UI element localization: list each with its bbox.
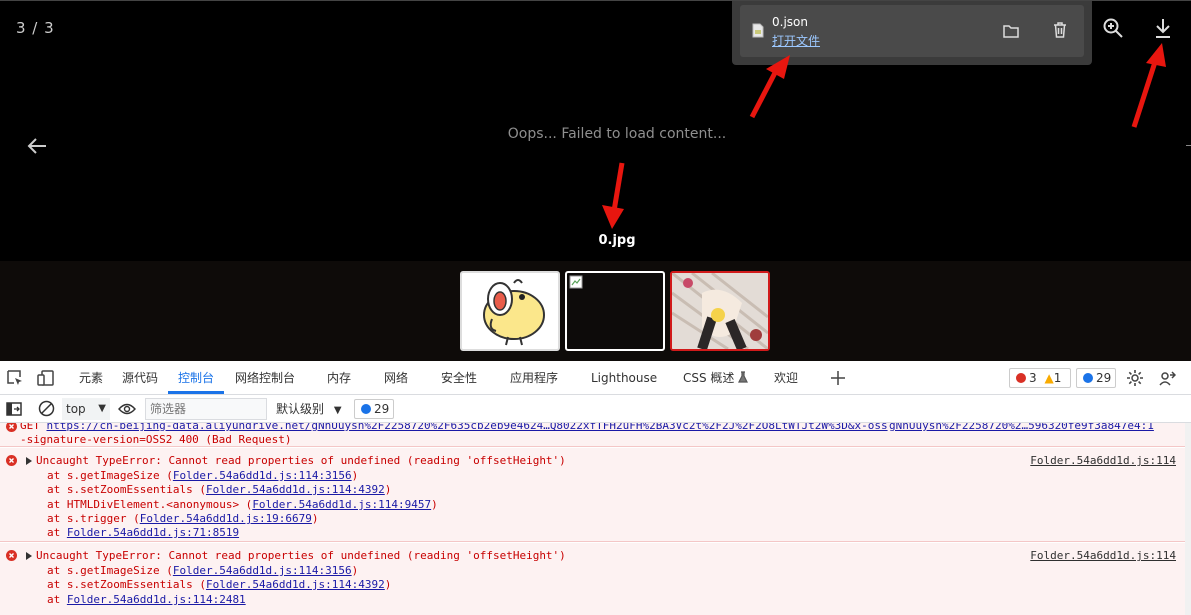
- thumbnail-broken[interactable]: [565, 271, 665, 351]
- eye-icon[interactable]: [118, 402, 136, 416]
- tab-network[interactable]: 网络: [384, 361, 408, 395]
- filter-input[interactable]: [145, 398, 267, 420]
- context-select[interactable]: top ▼: [62, 398, 110, 420]
- message-icon: [361, 404, 371, 414]
- file-icon: [752, 23, 764, 38]
- duck-image: [483, 279, 545, 346]
- console-messages-badge[interactable]: 29: [354, 399, 394, 419]
- tab-css-overview-label: CSS 概述: [683, 371, 735, 385]
- active-tab-indicator: [168, 391, 224, 394]
- stack-frame: at s.setZoomEssentials (Folder.54a6dd1d.…: [47, 483, 392, 496]
- console-scrollbar[interactable]: [1185, 423, 1191, 615]
- devtools-tab-bar: 元素 源代码 控制台 网络控制台 内存 网络 安全性 应用程序 Lighthou…: [0, 361, 1191, 395]
- download-icon[interactable]: [1152, 17, 1174, 39]
- download-file-name: 0.json: [772, 15, 808, 29]
- tab-memory[interactable]: 内存: [327, 361, 351, 395]
- messages-badge[interactable]: 29: [1076, 368, 1116, 388]
- error-row[interactable]: Uncaught TypeError: Cannot read properti…: [0, 448, 1185, 542]
- stack-frame: at s.getImageSize (Folder.54a6dd1d.js:11…: [47, 469, 359, 482]
- error-message: Uncaught TypeError: Cannot read properti…: [36, 454, 566, 467]
- broken-image-icon: [569, 275, 583, 289]
- image-filename: 0.jpg: [598, 233, 636, 248]
- request-method: GET: [20, 423, 47, 432]
- stack-frame: at s.setZoomEssentials (Folder.54a6dd1d.…: [47, 578, 392, 591]
- thumbnail-duck[interactable]: [460, 271, 560, 351]
- request-url[interactable]: https://cn-beijing-data.aliyundrive.net/…: [47, 423, 888, 432]
- message-icon: [1083, 373, 1093, 383]
- anime-image: [672, 273, 768, 349]
- error-source-link[interactable]: Folder.54a6dd1d.js:114: [1030, 549, 1176, 562]
- request-line: GET https://cn-beijing-data.aliyundrive.…: [20, 423, 888, 432]
- tab-lighthouse[interactable]: Lighthouse: [591, 361, 657, 395]
- warning-count: 1: [1053, 371, 1062, 385]
- tab-welcome[interactable]: 欢迎: [774, 361, 798, 395]
- open-file-link[interactable]: 打开文件: [772, 32, 820, 49]
- tab-elements[interactable]: 元素: [79, 361, 103, 395]
- tab-sources[interactable]: 源代码: [122, 361, 158, 395]
- annotation-arrow: [602, 162, 625, 229]
- image-counter: 3 / 3: [16, 19, 55, 37]
- tab-network-console[interactable]: 网络控制台: [235, 361, 295, 395]
- messages-count: 29: [1096, 371, 1112, 385]
- error-icon: [1016, 373, 1026, 383]
- tab-css-overview[interactable]: CSS 概述: [683, 361, 749, 395]
- gear-icon[interactable]: [1126, 369, 1144, 387]
- load-error-message: Oops... Failed to load content...: [507, 126, 727, 142]
- tab-security[interactable]: 安全性: [441, 361, 477, 395]
- stack-frame: at s.trigger (Folder.54a6dd1d.js:19:6679…: [47, 512, 319, 525]
- annotation-arrow: [749, 55, 790, 119]
- chevron-down-icon: ▼: [333, 405, 342, 416]
- device-toolbar-icon[interactable]: [37, 369, 55, 387]
- folder-icon[interactable]: [1002, 22, 1020, 40]
- log-level-select[interactable]: 默认级别 ▼: [276, 398, 346, 420]
- error-source-link[interactable]: Folder.54a6dd1d.js:114: [1030, 454, 1176, 467]
- error-warning-badge[interactable]: 3 ▲1: [1009, 368, 1071, 388]
- context-value: top: [66, 402, 86, 416]
- warning-icon: ▲: [1044, 371, 1054, 385]
- stack-frame: at Folder.54a6dd1d.js:114:2481: [47, 593, 246, 606]
- error-icon: [6, 423, 17, 432]
- request-url-right[interactable]: gNnUuysh%2F2258720%2…596320fe9f3a847e4:1: [889, 423, 1154, 432]
- thumbnail-strip: [0, 261, 1191, 361]
- request-url-tail[interactable]: gNnUuysh%2F2258720%2…596320fe9f3a847e4:1: [889, 423, 1154, 432]
- image-viewer: 3 / 3 Oops... Failed to load content... …: [0, 0, 1191, 261]
- clear-console-icon[interactable]: [38, 400, 55, 417]
- error-count: 3: [1029, 371, 1037, 385]
- stack-frame: at Folder.54a6dd1d.js:71:8519: [47, 526, 240, 539]
- expand-triangle-icon[interactable]: [25, 552, 33, 560]
- annotation-arrow: [1131, 43, 1166, 128]
- console-toolbar: top ▼ 默认级别 ▼ 29: [0, 395, 1191, 423]
- request-status: -signature-version=OSS2 400 (Bad Request…: [20, 433, 292, 446]
- sidebar-toggle-icon[interactable]: [6, 401, 22, 417]
- chevron-down-icon: ▼: [98, 403, 106, 414]
- network-error-row: GET https://cn-beijing-data.aliyundrive.…: [0, 423, 1185, 447]
- expand-triangle-icon[interactable]: [25, 457, 33, 465]
- download-item[interactable]: 0.json 打开文件: [740, 5, 1084, 57]
- flask-icon: [738, 371, 749, 383]
- stack-frame: at s.getImageSize (Folder.54a6dd1d.js:11…: [47, 564, 359, 577]
- zoom-in-icon[interactable]: [1102, 17, 1124, 39]
- console-messages-count: 29: [374, 402, 390, 416]
- next-arrow-edge[interactable]: [1186, 145, 1191, 146]
- trash-icon[interactable]: [1051, 21, 1069, 39]
- stack-frame: at HTMLDivElement.<anonymous> (Folder.54…: [47, 498, 438, 511]
- thumbnail-anime[interactable]: [670, 271, 770, 351]
- console-messages: GET https://cn-beijing-data.aliyundrive.…: [0, 423, 1191, 615]
- add-tab-icon[interactable]: [829, 369, 847, 387]
- log-level-value: 默认级别: [276, 402, 325, 416]
- error-row[interactable]: Uncaught TypeError: Cannot read properti…: [0, 543, 1185, 615]
- error-icon: [6, 550, 17, 561]
- inspect-icon[interactable]: [6, 369, 24, 387]
- connection-icon[interactable]: [1158, 369, 1176, 387]
- error-icon: [6, 455, 17, 466]
- tab-console[interactable]: 控制台: [178, 361, 214, 395]
- error-message: Uncaught TypeError: Cannot read properti…: [36, 549, 566, 562]
- tab-application[interactable]: 应用程序: [510, 361, 558, 395]
